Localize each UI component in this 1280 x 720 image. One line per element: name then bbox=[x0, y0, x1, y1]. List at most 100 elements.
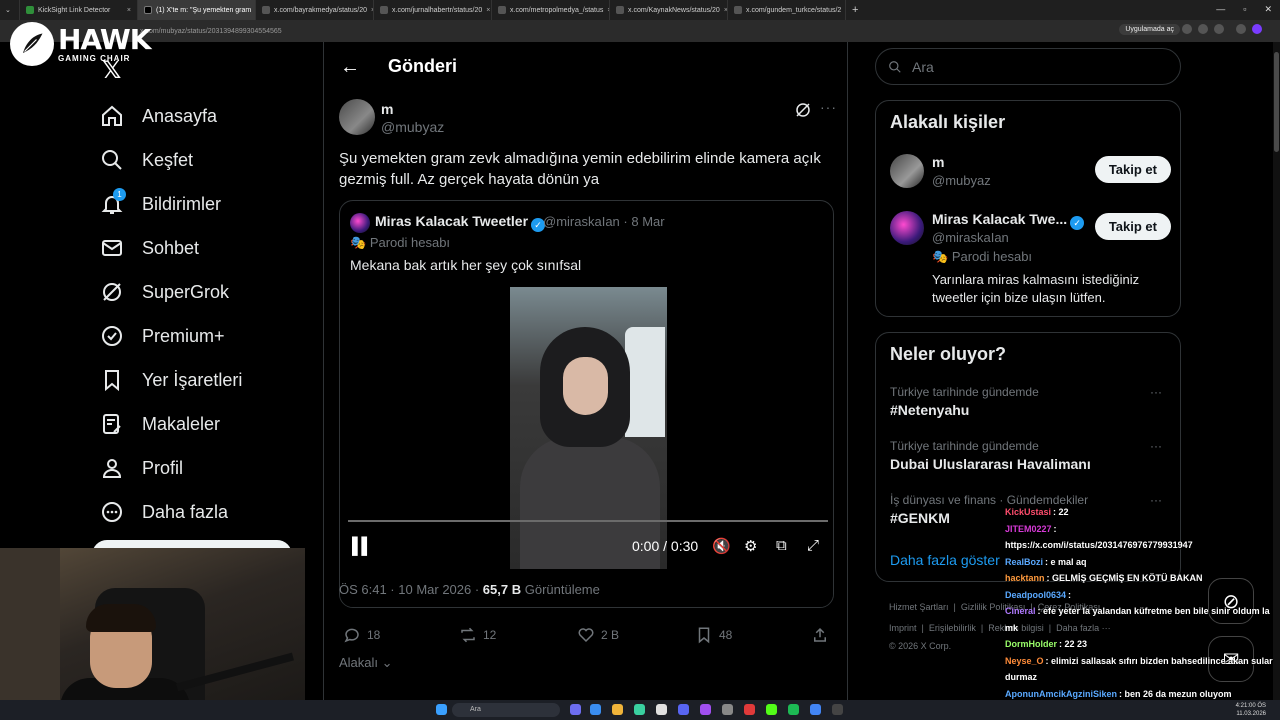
more-options-icon[interactable]: ··· bbox=[820, 99, 837, 115]
sidebar-item-notifications[interactable]: 1 Bildirimler bbox=[100, 188, 221, 216]
browser-tab-active[interactable]: (1) X'te m: "Şu yemekten gram× bbox=[138, 0, 256, 20]
sidebar-item-more[interactable]: Daha fazla bbox=[100, 500, 228, 524]
sidebar-item-home[interactable]: Anasayfa bbox=[100, 104, 217, 128]
sidebar-item-premium[interactable]: Premium+ bbox=[100, 324, 225, 348]
sidebar-item-bookmarks[interactable]: Yer İşaretleri bbox=[100, 368, 242, 392]
video-player[interactable]: ▌▌ 0:00 / 0:30 🔇 ⚙ ⧉ ⤢ bbox=[340, 287, 833, 607]
avatar[interactable] bbox=[890, 211, 924, 245]
share-button[interactable] bbox=[811, 626, 829, 644]
background-shelf bbox=[0, 548, 60, 720]
star-icon[interactable] bbox=[1214, 24, 1224, 34]
browser-app-icon[interactable] bbox=[634, 704, 645, 715]
open-in-app-button[interactable]: Uygulamada aç bbox=[1119, 24, 1180, 35]
chrome-icon[interactable] bbox=[810, 704, 821, 715]
person-name[interactable]: m bbox=[932, 154, 944, 170]
sidebar-item-explore[interactable]: Keşfet bbox=[100, 148, 193, 172]
browser-tab[interactable]: x.com/gundem_turkce/status/2× bbox=[728, 0, 846, 20]
app-icon[interactable] bbox=[722, 704, 733, 715]
quote-text: Mekana bak artık her şey çok sınıfsal bbox=[350, 257, 582, 273]
avatar[interactable] bbox=[890, 154, 924, 188]
chat-text: : GELMİŞ GEÇMİŞ EN KÖTÜ BAKAN bbox=[1046, 573, 1203, 583]
share-icon bbox=[814, 627, 826, 642]
fullscreen-icon[interactable]: ⤢ bbox=[807, 537, 819, 554]
zoom-icon[interactable] bbox=[1182, 24, 1192, 34]
search-input[interactable]: Ara bbox=[875, 48, 1181, 85]
close-icon[interactable]: × bbox=[486, 7, 490, 14]
minimize-icon[interactable]: — bbox=[1216, 4, 1225, 15]
chat-username: AponunAmcikAgziniSiken bbox=[1005, 688, 1118, 699]
more-options-icon[interactable]: ··· bbox=[1150, 439, 1162, 453]
settings-icon[interactable]: ⚙ bbox=[744, 537, 757, 555]
quoted-tweet[interactable]: Miras Kalacak Tweetler ✓ @miraskaIan · 8 … bbox=[339, 200, 834, 608]
repost-button[interactable]: 12 bbox=[459, 626, 496, 644]
share-icon[interactable] bbox=[1198, 24, 1208, 34]
taskbar-search[interactable]: Ara bbox=[452, 703, 560, 717]
browser-tab[interactable]: x.com/bayrakmedya/status/20× bbox=[256, 0, 374, 20]
widgets-icon[interactable] bbox=[590, 704, 601, 715]
trend-item[interactable]: Türkiye tarihinde gündemde #Netenyahu ··… bbox=[890, 385, 1170, 418]
mute-icon[interactable]: 🔇 bbox=[712, 537, 731, 555]
quote-author-name[interactable]: Miras Kalacak Tweetler ✓ bbox=[375, 213, 546, 232]
sidebar-item-chat[interactable]: Sohbet bbox=[100, 236, 199, 260]
pause-icon[interactable]: ▌▌ bbox=[352, 538, 373, 556]
show-more-link[interactable]: Daha fazla göster bbox=[890, 552, 1000, 568]
discord-icon[interactable] bbox=[678, 704, 689, 715]
chat-message: KickUstasi: 22 bbox=[1005, 504, 1280, 521]
browser-tab[interactable]: ⌄ bbox=[0, 0, 20, 20]
extensions-icon[interactable] bbox=[1236, 24, 1246, 34]
tab-menu-icon[interactable]: ⌄ bbox=[5, 6, 11, 14]
parody-label: 🎭 Parodi hesabı bbox=[350, 235, 451, 250]
chat-text: : elimizi sallasak sıfırı bizden bahsedi… bbox=[1005, 655, 1273, 683]
bookmark-icon bbox=[105, 370, 119, 392]
chevron-down-icon: ⌄ bbox=[381, 655, 393, 670]
maximize-icon[interactable]: ▫ bbox=[1243, 4, 1246, 15]
profile-avatar-icon[interactable] bbox=[1252, 24, 1262, 34]
video-progress-bar[interactable] bbox=[348, 520, 828, 522]
url-text[interactable]: x.com/mubyaz/status/2031394899304554565 bbox=[140, 28, 282, 35]
browser-tab[interactable]: x.com/jurnalhabertr/status/20 × bbox=[374, 0, 492, 20]
person-name[interactable]: Miras Kalacak Twe... ✓ bbox=[932, 211, 1085, 230]
sidebar-item-articles[interactable]: Makaleler bbox=[100, 412, 220, 436]
footer-link[interactable]: Imprint bbox=[889, 623, 917, 633]
x-favicon-icon bbox=[144, 6, 152, 14]
browser-tab[interactable]: x.com/KaynakNews/status/20 × bbox=[610, 0, 728, 20]
app-icon[interactable] bbox=[832, 704, 843, 715]
task-view-icon[interactable] bbox=[570, 704, 581, 715]
spotify-icon[interactable] bbox=[788, 704, 799, 715]
bookmark-button[interactable]: 48 bbox=[695, 626, 732, 644]
more-options-icon[interactable]: ··· bbox=[1150, 385, 1162, 399]
scrollbar-thumb[interactable] bbox=[1274, 52, 1279, 152]
close-icon[interactable]: × bbox=[127, 7, 131, 14]
avatar[interactable] bbox=[350, 213, 370, 233]
avatar[interactable] bbox=[339, 99, 375, 135]
author-name[interactable]: m bbox=[381, 101, 393, 117]
like-button[interactable]: 2 B bbox=[577, 626, 619, 644]
grok-icon[interactable] bbox=[794, 101, 812, 119]
app-icon[interactable] bbox=[700, 704, 711, 715]
related-dropdown[interactable]: Alakalı ⌄ bbox=[339, 655, 393, 671]
follow-button[interactable]: Takip et bbox=[1094, 156, 1171, 183]
file-explorer-icon[interactable] bbox=[612, 704, 623, 715]
app-icon[interactable] bbox=[744, 704, 755, 715]
footer-link[interactable]: Hizmet Şartları bbox=[889, 602, 949, 612]
app-icon[interactable] bbox=[656, 704, 667, 715]
taskbar-clock[interactable]: 4:21:00 ÖS 11.03.2026 bbox=[1236, 702, 1266, 718]
bookmark-icon bbox=[698, 627, 710, 644]
author-handle[interactable]: @mubyaz bbox=[381, 119, 444, 135]
sidebar-item-profile[interactable]: Profil bbox=[100, 456, 183, 480]
browser-tab[interactable]: KickSight Link Detector × bbox=[20, 0, 138, 20]
footer-link[interactable]: Erişilebilirlik bbox=[929, 623, 976, 633]
pip-icon[interactable]: ⧉ bbox=[776, 537, 787, 554]
kick-icon[interactable] bbox=[766, 704, 777, 715]
reply-button[interactable]: 18 bbox=[343, 626, 380, 644]
new-tab-button[interactable]: + bbox=[846, 0, 868, 20]
follow-button[interactable]: Takip et bbox=[1094, 213, 1171, 240]
chat-username: RealBozi bbox=[1005, 556, 1044, 567]
windows-start-icon[interactable] bbox=[436, 704, 447, 715]
close-window-icon[interactable]: ✕ bbox=[1264, 4, 1272, 15]
sidebar-item-supergrok[interactable]: SuperGrok bbox=[100, 280, 229, 304]
back-arrow-icon[interactable]: ← bbox=[340, 56, 360, 79]
chat-text: : bbox=[1053, 523, 1057, 534]
browser-tab[interactable]: x.com/metropolmedya_/status× bbox=[492, 0, 610, 20]
trend-item[interactable]: Türkiye tarihinde gündemde Dubai Uluslar… bbox=[890, 439, 1170, 472]
